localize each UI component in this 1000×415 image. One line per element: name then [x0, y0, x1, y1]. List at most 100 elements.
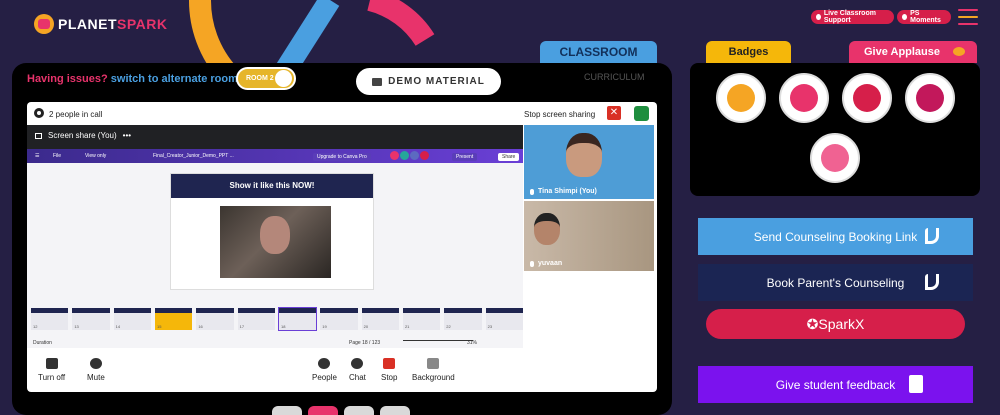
participant-tile[interactable]: yuvaan [524, 201, 654, 271]
send-counseling-label: Send Counseling Booking Link [753, 229, 918, 244]
bottom-button[interactable] [272, 406, 302, 415]
slide-number: 12 [33, 324, 38, 329]
slide-number: 23 [487, 324, 493, 329]
send-counseling-link-button[interactable]: Send Counseling Booking Link [698, 218, 973, 255]
give-student-feedback-button[interactable]: Give student feedback [698, 366, 973, 403]
screen-share-area: Screen share (You) ••• ☰ File View only … [27, 125, 524, 348]
slide-image [220, 206, 331, 278]
meet-controls: Turn off Mute People Chat Stop Backgroun… [27, 348, 657, 392]
document-title: Final_Creator_Junior_Demo_PPT ... [153, 153, 234, 159]
background-icon [427, 358, 440, 369]
folder-icon [372, 77, 383, 86]
tab-give-applause[interactable]: Give Applause [849, 41, 977, 63]
current-slide: Show it like this NOW! [170, 173, 374, 290]
badge-trophy-icon[interactable] [716, 73, 766, 123]
participant-name: yuvaan [538, 260, 563, 267]
zoom-slider[interactable] [403, 340, 473, 341]
live-classroom-support-button[interactable]: Live Classroom Support [811, 10, 894, 24]
menu-icon[interactable]: ☰ [35, 153, 39, 159]
slide-thumbnail[interactable]: 12 [31, 308, 69, 330]
bottom-button[interactable] [344, 406, 374, 415]
camera-icon [45, 358, 58, 369]
share-button[interactable]: Share [498, 153, 520, 161]
badge-speaker-icon[interactable] [905, 73, 955, 123]
slide-thumbnail[interactable]: 21 [402, 308, 441, 330]
badge-brain-icon[interactable] [810, 133, 860, 183]
tab-curriculum[interactable]: CURRICULUM [584, 72, 645, 82]
meet-topbar: 2 people in call Stop screen sharing ✕ [27, 102, 657, 125]
logo-text: PLANETSPARK [58, 16, 168, 32]
duration-label[interactable]: Duration [33, 340, 52, 346]
clipboard-icon [909, 375, 923, 393]
slide-thumbnail[interactable]: 18 [277, 307, 318, 331]
demo-material-label: DEMO MATERIAL [388, 76, 485, 87]
issues-message: Having issues? switch to alternate room [27, 73, 238, 85]
zoom-level: 31% [467, 340, 478, 346]
slide-thumbnail[interactable]: 17 [237, 308, 276, 330]
clap-icon [953, 47, 965, 56]
slide-number: 13 [74, 324, 79, 329]
stop-share-button[interactable]: Stop [381, 358, 397, 382]
slide-thumbnail[interactable]: 16 [196, 308, 234, 330]
switch-room-link[interactable]: switch to alternate room [111, 73, 238, 85]
bottom-button[interactable] [380, 406, 410, 415]
hamburger-menu-icon[interactable] [958, 9, 978, 25]
room-label: ROOM 2 [246, 75, 274, 82]
settings-gear-icon[interactable] [34, 108, 44, 118]
participant-tile[interactable]: Tina Shimpi (You) [524, 125, 654, 199]
phone-icon [925, 274, 939, 290]
slide-thumbnail[interactable]: 19 [320, 308, 358, 330]
slide-number: 17 [239, 324, 245, 329]
file-menu[interactable]: File [53, 153, 61, 159]
bottom-button[interactable] [308, 406, 338, 415]
sparkx-button[interactable]: ✪ SparkX [706, 309, 965, 339]
upgrade-button[interactable]: Upgrade to Canva Pro [313, 153, 371, 161]
tab-badges[interactable]: Badges [706, 41, 791, 63]
planetspark-logo[interactable]: PLANETSPARK [34, 14, 167, 34]
ps-moments-label: PS Moments [910, 10, 941, 24]
collaborator-avatars [390, 151, 429, 160]
background-button[interactable]: Background [412, 358, 455, 382]
slide-thumbnail[interactable]: 13 [72, 308, 110, 330]
moments-icon [902, 14, 908, 20]
room-toggle[interactable]: ROOM 2 [236, 67, 296, 90]
canva-footer: Duration Page 18 / 123 31% [27, 338, 523, 348]
book-parent-counseling-button[interactable]: Book Parent's Counseling [698, 264, 973, 301]
participant-label: Tina Shimpi (You) [530, 188, 597, 195]
badge-hand-icon[interactable] [779, 73, 829, 123]
more-options-icon[interactable]: ••• [123, 131, 131, 140]
ps-moments-button[interactable]: PS Moments [897, 10, 951, 24]
people-icon [318, 358, 331, 369]
logo-mark-icon [34, 14, 54, 34]
slide-thumbnail[interactable]: 22 [444, 308, 482, 330]
chat-button[interactable]: Chat [349, 358, 366, 382]
slide-thumbnail[interactable]: 14 [113, 308, 152, 330]
feedback-label: Give student feedback [775, 377, 896, 392]
page-indicator: Page 18 / 123 [349, 340, 381, 346]
view-only-indicator[interactable]: View only [85, 153, 106, 159]
demo-material-button[interactable]: DEMO MATERIAL [356, 68, 501, 95]
participant-videos: Tina Shimpi (You) yuvaan [524, 125, 657, 348]
slide-thumbnail[interactable]: 23 [485, 308, 524, 330]
camera-button[interactable]: Turn off [38, 358, 65, 382]
participant-label: yuvaan [530, 260, 562, 267]
present-button[interactable]: Present [452, 153, 478, 161]
chat-label: Chat [349, 373, 366, 382]
mic-button[interactable]: Mute [87, 358, 105, 382]
microphone-icon [89, 358, 102, 369]
avatar [400, 151, 409, 160]
slide-thumbnail[interactable]: 15 [154, 308, 193, 330]
people-button[interactable]: People [312, 358, 337, 382]
people-label: People [312, 373, 337, 382]
canva-toolbar: ☰ File View only Final_Creator_Junior_De… [27, 149, 523, 163]
badge-meditation-icon[interactable] [842, 73, 892, 123]
background-label: Background [412, 373, 455, 382]
tab-classroom[interactable]: CLASSROOM [540, 41, 657, 63]
slide-number: 15 [156, 324, 162, 329]
pip-icon[interactable] [634, 106, 649, 121]
stop-screen-sharing-label[interactable]: Stop screen sharing [524, 110, 595, 119]
slide-title: Show it like this NOW! [171, 174, 373, 198]
meet-window: 2 people in call Stop screen sharing ✕ S… [27, 102, 657, 392]
slide-thumbnail[interactable]: 20 [361, 308, 400, 330]
close-icon[interactable]: ✕ [607, 106, 621, 120]
